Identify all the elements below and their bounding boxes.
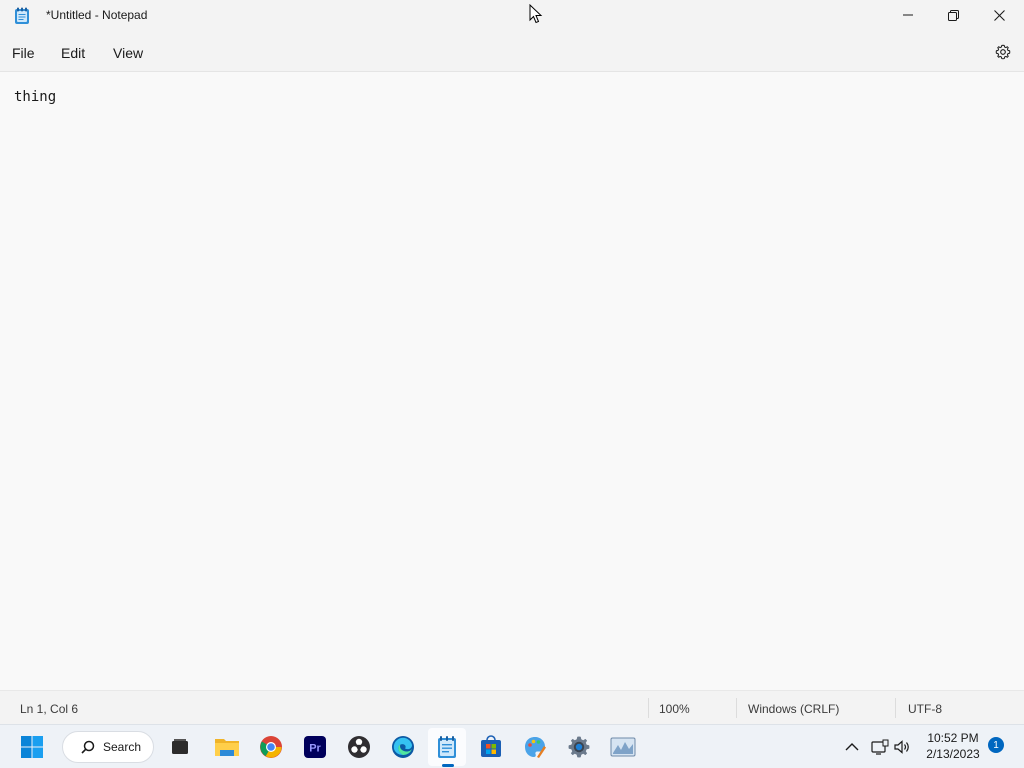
menu-view[interactable]: View — [113, 45, 143, 61]
menu-bar: File Edit View — [0, 32, 1024, 72]
cursor-position: Ln 1, Col 6 — [20, 702, 79, 716]
speaker-icon — [894, 740, 909, 754]
store-button[interactable] — [477, 733, 505, 761]
title-bar[interactable]: *Untitled - Notepad — [0, 0, 1024, 32]
clock-date: 2/13/2023 — [926, 747, 980, 761]
photo-viewer-button[interactable] — [609, 733, 637, 761]
clock-time: 10:52 PM — [927, 731, 979, 745]
taskbar-clock[interactable]: 10:52 PM 2/13/2023 — [918, 730, 988, 762]
premiere-pro-icon: Pr — [304, 736, 326, 758]
maximize-button[interactable] — [930, 0, 976, 30]
paint-icon — [525, 737, 546, 758]
show-hidden-icons-button[interactable] — [838, 733, 866, 761]
menu-file[interactable]: File — [12, 45, 35, 61]
encoding: UTF-8 — [908, 702, 942, 716]
close-icon — [993, 9, 1005, 21]
image-icon — [610, 737, 636, 757]
edge-button[interactable] — [389, 733, 417, 761]
settings-button[interactable] — [993, 42, 1013, 62]
settings-app-button[interactable] — [565, 733, 593, 761]
windows-logo-icon — [21, 736, 43, 758]
text-editor[interactable]: thing — [0, 73, 1024, 690]
close-button[interactable] — [976, 0, 1022, 30]
folder-icon — [215, 739, 239, 756]
task-view-icon — [172, 739, 188, 754]
settings-gear-icon — [568, 736, 590, 758]
search-label: Search — [103, 740, 142, 754]
file-explorer-button[interactable] — [213, 733, 241, 761]
gear-icon — [995, 44, 1011, 60]
taskbar-search[interactable]: Search — [62, 731, 154, 763]
network-icon — [871, 739, 889, 755]
notepad-app-icon — [15, 7, 29, 24]
obs-icon — [348, 736, 370, 758]
edge-icon — [392, 736, 414, 758]
window-title: *Untitled - Notepad — [46, 8, 148, 22]
editor-content[interactable]: thing — [14, 89, 56, 105]
minimize-icon — [903, 14, 913, 16]
task-view-button[interactable] — [166, 733, 194, 761]
start-button[interactable] — [18, 733, 46, 761]
notepad-button[interactable] — [433, 733, 461, 767]
zoom-level: 100% — [659, 702, 690, 716]
chrome-button[interactable] — [257, 733, 285, 761]
notepad-icon — [438, 736, 456, 758]
status-bar: Ln 1, Col 6 100% Windows (CRLF) UTF-8 — [0, 690, 1024, 724]
mouse-cursor-icon — [529, 4, 543, 24]
paint-button[interactable] — [521, 733, 549, 761]
menu-edit[interactable]: Edit — [61, 45, 85, 61]
status-divider — [895, 698, 896, 718]
chevron-up-icon — [845, 743, 859, 751]
line-ending: Windows (CRLF) — [748, 702, 840, 716]
notification-badge[interactable]: 1 — [988, 737, 1004, 753]
status-divider — [648, 698, 649, 718]
chrome-icon — [260, 736, 282, 758]
status-divider — [736, 698, 737, 718]
svg-text:Pr: Pr — [309, 743, 321, 755]
minimize-button[interactable] — [885, 0, 931, 30]
obs-button[interactable] — [345, 733, 373, 761]
taskbar: Search Pr 10:52 PM 2/13/2023 1 — [0, 724, 1024, 768]
search-icon — [81, 740, 95, 754]
volume-button[interactable] — [888, 733, 916, 761]
store-icon — [481, 735, 501, 757]
restore-icon — [947, 9, 959, 21]
premiere-pro-button[interactable]: Pr — [301, 733, 329, 761]
